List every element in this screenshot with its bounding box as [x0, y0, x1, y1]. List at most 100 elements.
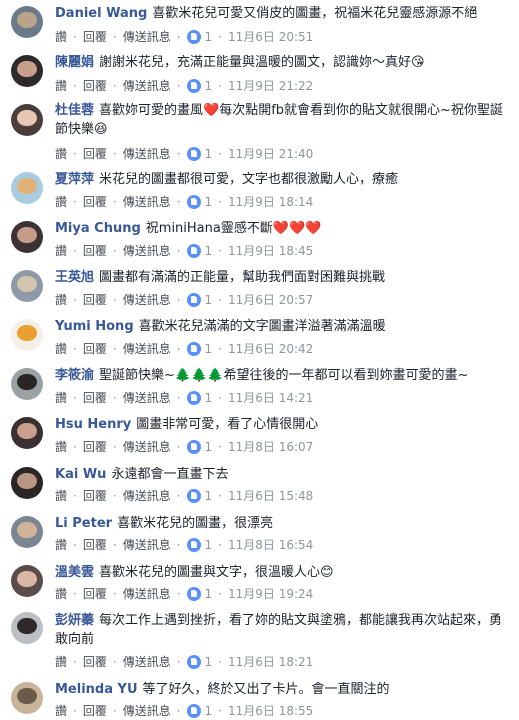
reply-link[interactable]: 回覆	[83, 704, 107, 718]
commenter-name[interactable]: 溫美雲	[55, 565, 94, 580]
reply-link[interactable]: 回覆	[83, 391, 107, 405]
reply-link[interactable]: 回覆	[83, 244, 107, 258]
timestamp[interactable]: 11月6日 18:55	[228, 704, 313, 718]
like-count[interactable]: 1	[205, 244, 213, 258]
timestamp[interactable]: 11月6日 20:57	[228, 293, 313, 307]
like-count[interactable]: 1	[205, 440, 213, 454]
reply-link[interactable]: 回覆	[83, 538, 107, 552]
timestamp[interactable]: 11月9日 21:22	[228, 79, 313, 93]
commenter-name[interactable]: Miya Chung	[55, 221, 141, 236]
send-message-link[interactable]: 傳送訊息	[123, 587, 171, 601]
like-count[interactable]: 1	[205, 342, 213, 356]
commenter-name[interactable]: Melinda YU	[55, 682, 138, 697]
like-count[interactable]: 1	[205, 587, 213, 601]
avatar[interactable]	[11, 467, 43, 499]
like-count[interactable]: 1	[205, 147, 213, 161]
timestamp[interactable]: 11月8日 16:54	[228, 538, 313, 552]
timestamp[interactable]: 11月9日 18:45	[228, 244, 313, 258]
like-link[interactable]: 讚	[55, 440, 67, 454]
reply-link[interactable]: 回覆	[83, 79, 107, 93]
avatar[interactable]	[11, 270, 43, 302]
send-message-link[interactable]: 傳送訊息	[123, 147, 171, 161]
send-message-link[interactable]: 傳送訊息	[123, 391, 171, 405]
timestamp[interactable]: 11月9日 19:24	[228, 587, 313, 601]
reply-link[interactable]: 回覆	[83, 147, 107, 161]
like-link[interactable]: 讚	[55, 704, 67, 718]
commenter-name[interactable]: 杜佳蓉	[55, 103, 94, 118]
timestamp[interactable]: 11月6日 15:48	[228, 489, 313, 503]
avatar[interactable]	[11, 368, 43, 400]
timestamp[interactable]: 11月6日 20:42	[228, 342, 313, 356]
like-count[interactable]: 1	[205, 655, 213, 669]
timestamp[interactable]: 11月8日 16:07	[228, 440, 313, 454]
like-count[interactable]: 1	[205, 391, 213, 405]
like-count[interactable]: 1	[205, 489, 213, 503]
like-count[interactable]: 1	[205, 195, 213, 209]
comment-actions: 讚 · 回覆 · 傳送訊息 · 1 · 11月9日 21:22	[55, 78, 313, 94]
comment-body: 彭妍蓁 每次工作上遇到挫折，看了妳的貼文與塗鴉，都能讓我再次站起來，勇敢向前	[55, 611, 511, 649]
reply-link[interactable]: 回覆	[83, 489, 107, 503]
avatar[interactable]	[11, 516, 43, 548]
reply-link[interactable]: 回覆	[83, 655, 107, 669]
send-message-link[interactable]: 傳送訊息	[123, 440, 171, 454]
like-count[interactable]: 1	[205, 538, 213, 552]
reply-link[interactable]: 回覆	[83, 195, 107, 209]
avatar[interactable]	[11, 6, 43, 38]
commenter-name[interactable]: 李筱渝	[55, 368, 94, 383]
send-message-link[interactable]: 傳送訊息	[123, 655, 171, 669]
commenter-name[interactable]: 夏萍萍	[55, 172, 94, 187]
commenter-name[interactable]: Hsu Henry	[55, 417, 131, 432]
avatar[interactable]	[11, 172, 43, 204]
avatar[interactable]	[11, 319, 43, 351]
avatar[interactable]	[11, 417, 43, 449]
timestamp[interactable]: 11月9日 18:14	[228, 195, 313, 209]
reply-link[interactable]: 回覆	[83, 587, 107, 601]
send-message-link[interactable]: 傳送訊息	[123, 489, 171, 503]
like-link[interactable]: 讚	[55, 489, 67, 503]
avatar[interactable]	[11, 565, 43, 597]
timestamp[interactable]: 11月9日 21:40	[228, 147, 313, 161]
like-count[interactable]: 1	[205, 704, 213, 718]
send-message-link[interactable]: 傳送訊息	[123, 244, 171, 258]
commenter-name[interactable]: Daniel Wang	[55, 6, 147, 21]
commenter-name[interactable]: Yumi Hong	[55, 319, 134, 334]
avatar[interactable]	[11, 55, 43, 87]
like-link[interactable]: 讚	[55, 244, 67, 258]
avatar[interactable]	[11, 221, 43, 253]
like-link[interactable]: 讚	[55, 293, 67, 307]
reply-link[interactable]: 回覆	[83, 342, 107, 356]
like-count[interactable]: 1	[205, 293, 213, 307]
timestamp[interactable]: 11月6日 18:21	[228, 655, 313, 669]
send-message-link[interactable]: 傳送訊息	[123, 195, 171, 209]
like-count[interactable]: 1	[205, 30, 213, 44]
like-link[interactable]: 讚	[55, 538, 67, 552]
send-message-link[interactable]: 傳送訊息	[123, 538, 171, 552]
like-link[interactable]: 讚	[55, 147, 67, 161]
commenter-name[interactable]: 陳麗娟	[55, 55, 94, 70]
commenter-name[interactable]: Li Peter	[55, 516, 112, 531]
like-link[interactable]: 讚	[55, 30, 67, 44]
commenter-name[interactable]: 彭妍蓁	[55, 613, 94, 628]
send-message-link[interactable]: 傳送訊息	[123, 293, 171, 307]
reply-link[interactable]: 回覆	[83, 440, 107, 454]
like-link[interactable]: 讚	[55, 195, 67, 209]
send-message-link[interactable]: 傳送訊息	[123, 30, 171, 44]
send-message-link[interactable]: 傳送訊息	[123, 704, 171, 718]
reply-link[interactable]: 回覆	[83, 293, 107, 307]
commenter-name[interactable]: 王英旭	[55, 270, 94, 285]
avatar[interactable]	[11, 612, 43, 644]
like-link[interactable]: 讚	[55, 391, 67, 405]
like-count[interactable]: 1	[205, 79, 213, 93]
send-message-link[interactable]: 傳送訊息	[123, 342, 171, 356]
like-link[interactable]: 讚	[55, 587, 67, 601]
like-link[interactable]: 讚	[55, 342, 67, 356]
timestamp[interactable]: 11月6日 14:21	[228, 391, 313, 405]
commenter-name[interactable]: Kai Wu	[55, 467, 106, 482]
send-message-link[interactable]: 傳送訊息	[123, 79, 171, 93]
reply-link[interactable]: 回覆	[83, 30, 107, 44]
avatar[interactable]	[11, 104, 43, 136]
avatar[interactable]	[11, 682, 43, 714]
timestamp[interactable]: 11月6日 20:51	[228, 30, 313, 44]
like-link[interactable]: 讚	[55, 79, 67, 93]
like-link[interactable]: 讚	[55, 655, 67, 669]
